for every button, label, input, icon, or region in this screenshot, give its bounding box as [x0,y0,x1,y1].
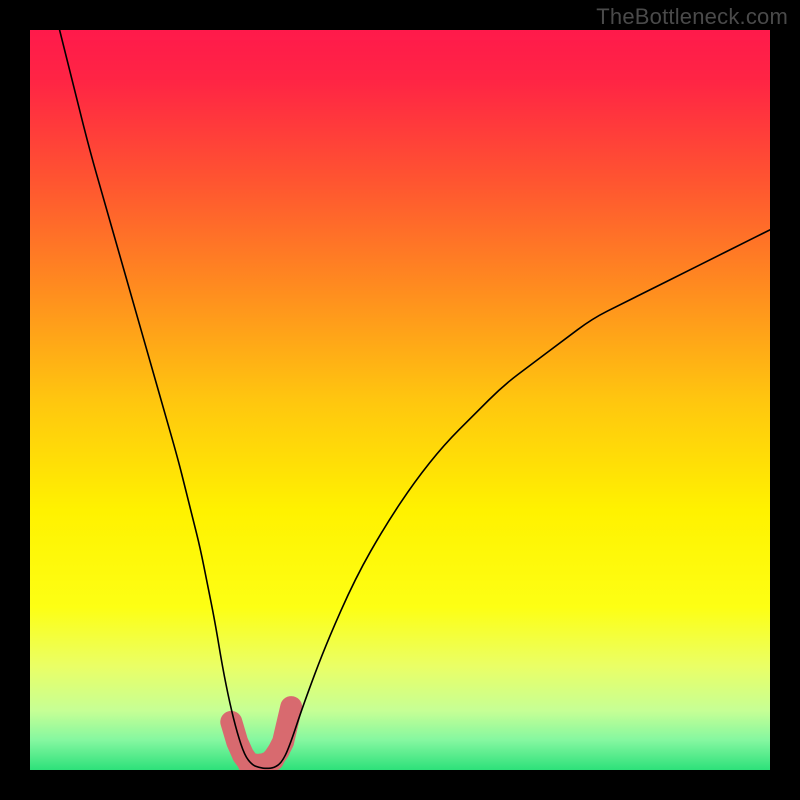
chart-frame: TheBottleneck.com [0,0,800,800]
marker-dot [222,713,240,731]
chart-svg [30,30,770,770]
marker-dot [284,700,298,714]
watermark-text: TheBottleneck.com [596,4,788,30]
plot-area [30,30,770,770]
gradient-background [30,30,770,770]
